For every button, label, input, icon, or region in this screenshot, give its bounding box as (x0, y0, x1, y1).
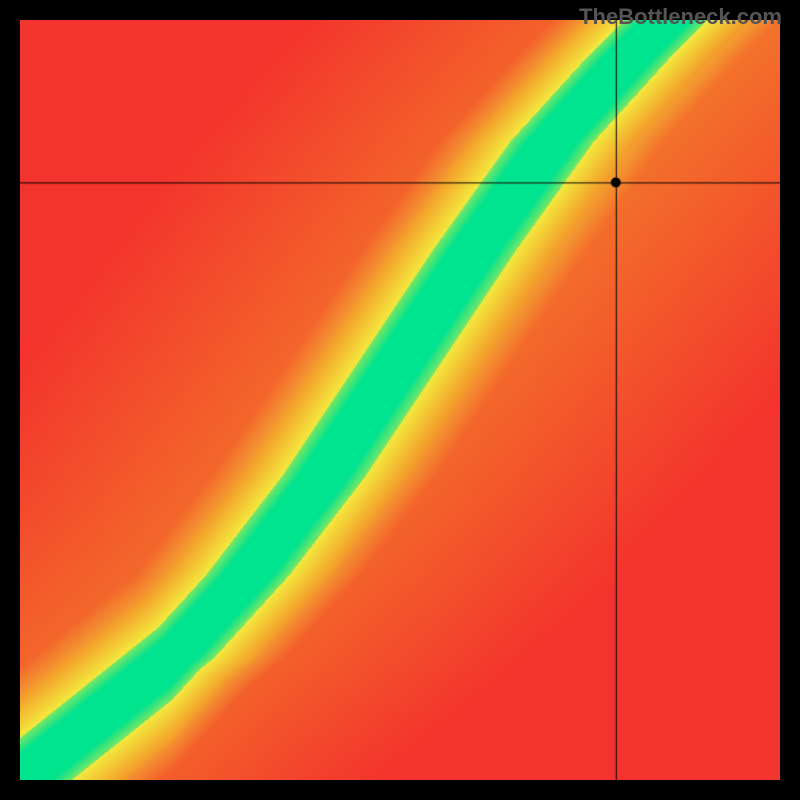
watermark-text: TheBottleneck.com (579, 4, 782, 30)
heatmap-canvas (20, 20, 780, 780)
heatmap-plot (20, 20, 780, 780)
